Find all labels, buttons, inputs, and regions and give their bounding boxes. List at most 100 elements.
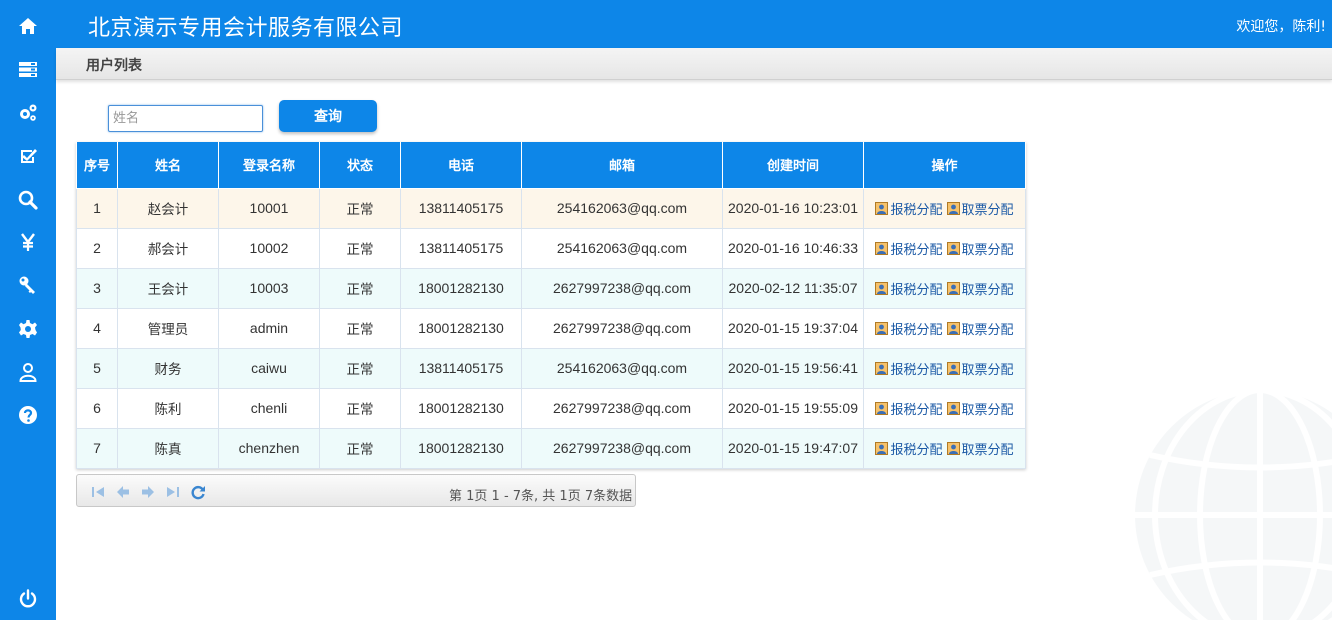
cell-email: 254162063@qq.com	[521, 228, 723, 269]
row-actions: 报税分配 取票分配	[864, 399, 1025, 418]
next-page-button[interactable]	[140, 484, 156, 500]
invoice-assign-link[interactable]: 取票分配	[946, 399, 1014, 418]
breadcrumb: 用户列表	[56, 48, 1332, 80]
sidebar-item-search[interactable]	[0, 178, 56, 222]
cell-created: 2020-01-15 19:47:07	[722, 427, 864, 469]
table-row[interactable]: 4 管理员 admin 正常 18001282130 2627997238@qq.com 2…	[76, 308, 1026, 349]
tax-assign-link[interactable]: 报税分配	[875, 399, 943, 418]
cell-phone: 13811405175	[400, 228, 522, 269]
tax-assign-label: 报税分配	[890, 242, 943, 258]
tax-assign-link[interactable]: 报税分配	[875, 359, 943, 378]
table-row[interactable]: 6 陈利 chenli 正常 18001282130 2627997238@qq.com 2…	[76, 388, 1026, 429]
table-row[interactable]: 2 郝会计 10002 正常 13811405175 254162063@qq.com 20…	[76, 228, 1026, 269]
user-card-icon	[946, 281, 960, 295]
invoice-assign-label: 取票分配	[961, 282, 1014, 298]
welcome-text: 欢迎您，陈利!	[1236, 19, 1326, 35]
cell-phone: 13811405175	[400, 348, 522, 389]
cell-actions: 报税分配 取票分配	[863, 388, 1026, 429]
cell-no: 5	[76, 348, 118, 389]
user-table: 序号 姓名 登录名称 状态 电话 邮箱 创建时间 操作 1 赵会计 10001 正常 1…	[76, 142, 1026, 469]
table-header-row: 序号 姓名 登录名称 状态 电话 邮箱 创建时间 操作	[76, 142, 1026, 189]
user-card-icon	[946, 241, 960, 255]
cell-status: 正常	[319, 348, 401, 389]
sidebar-item-finance[interactable]	[0, 220, 56, 264]
cell-status: 正常	[319, 427, 401, 469]
cell-login: 10002	[218, 228, 320, 269]
sidebar-item-home[interactable]	[0, 4, 56, 48]
tax-assign-label: 报税分配	[890, 202, 943, 218]
sidebar-item-help[interactable]	[0, 393, 56, 437]
pager: 第 1页 1 - 7条, 共 1页 7条数据	[76, 474, 636, 507]
cell-login: chenli	[218, 388, 320, 429]
tax-assign-label: 报税分配	[890, 362, 943, 378]
query-button[interactable]: 查询	[279, 100, 377, 132]
search-icon	[18, 190, 38, 210]
last-page-button[interactable]	[165, 484, 181, 500]
prev-page-button[interactable]	[115, 484, 131, 500]
tax-assign-link[interactable]: 报税分配	[875, 439, 943, 458]
invoice-assign-link[interactable]: 取票分配	[946, 359, 1014, 378]
column-header-status[interactable]: 状态	[319, 142, 401, 189]
cell-no: 1	[76, 188, 118, 229]
sidebar	[0, 0, 56, 620]
invoice-assign-link[interactable]: 取票分配	[946, 319, 1014, 338]
column-header-created[interactable]: 创建时间	[722, 142, 864, 189]
user-card-icon	[875, 241, 889, 255]
globe-watermark	[1135, 387, 1332, 620]
column-header-phone[interactable]: 电话	[400, 142, 522, 189]
pager-info: 第 1页 1 - 7条, 共 1页 7条数据	[449, 489, 633, 504]
column-header-email[interactable]: 邮箱	[521, 142, 723, 189]
tax-assign-link[interactable]: 报税分配	[875, 239, 943, 258]
invoice-assign-label: 取票分配	[961, 442, 1014, 458]
row-actions: 报税分配 取票分配	[864, 319, 1025, 338]
cell-login: admin	[218, 308, 320, 349]
sidebar-item-permissions[interactable]	[0, 263, 56, 307]
cell-phone: 13811405175	[400, 188, 522, 229]
user-card-icon	[946, 201, 960, 215]
table-row[interactable]: 7 陈真 chenzhen 正常 18001282130 2627997238@qq.co…	[76, 427, 1026, 469]
page-title: 用户列表	[86, 58, 142, 74]
sidebar-item-settings-group[interactable]	[0, 91, 56, 135]
cell-email: 2627997238@qq.com	[521, 268, 723, 309]
first-page-button[interactable]	[90, 484, 106, 500]
invoice-assign-link[interactable]: 取票分配	[946, 199, 1014, 218]
refresh-button[interactable]	[190, 484, 206, 500]
cell-status: 正常	[319, 228, 401, 269]
table-row[interactable]: 1 赵会计 10001 正常 13811405175 254162063@qq.com 20…	[76, 188, 1026, 229]
cell-created: 2020-01-15 19:55:09	[722, 388, 864, 429]
cell-created: 2020-01-16 10:46:33	[722, 228, 864, 269]
table-row[interactable]: 3 王会计 10003 正常 18001282130 2627997238@qq.com 2…	[76, 268, 1026, 309]
tax-assign-link[interactable]: 报税分配	[875, 279, 943, 298]
cell-no: 6	[76, 388, 118, 429]
user-card-icon	[875, 201, 889, 215]
cell-no: 4	[76, 308, 118, 349]
gear-icon	[19, 320, 37, 338]
column-header-name[interactable]: 姓名	[117, 142, 219, 189]
first-page-icon	[92, 487, 104, 497]
user-card-icon	[946, 401, 960, 415]
cell-created: 2020-01-15 19:37:04	[722, 308, 864, 349]
sidebar-item-logout[interactable]	[0, 577, 56, 620]
column-header-actions[interactable]: 操作	[863, 142, 1026, 189]
tax-assign-link[interactable]: 报税分配	[875, 319, 943, 338]
column-header-no[interactable]: 序号	[76, 142, 118, 189]
sidebar-item-user[interactable]	[0, 350, 56, 394]
invoice-assign-link[interactable]: 取票分配	[946, 439, 1014, 458]
invoice-assign-link[interactable]: 取票分配	[946, 239, 1014, 258]
cell-login: caiwu	[218, 348, 320, 389]
cell-actions: 报税分配 取票分配	[863, 348, 1026, 389]
sidebar-item-system[interactable]	[0, 307, 56, 351]
tax-assign-link[interactable]: 报税分配	[875, 199, 943, 218]
sidebar-item-list[interactable]	[0, 47, 56, 91]
table-row[interactable]: 5 财务 caiwu 正常 13811405175 254162063@qq.com 202…	[76, 348, 1026, 389]
name-search-input[interactable]	[108, 105, 263, 132]
cell-no: 7	[76, 427, 118, 469]
sidebar-item-tasks[interactable]	[0, 134, 56, 178]
column-header-login[interactable]: 登录名称	[218, 142, 320, 189]
invoice-assign-link[interactable]: 取票分配	[946, 279, 1014, 298]
user-card-icon	[875, 441, 889, 455]
power-icon	[19, 589, 37, 608]
company-name: 北京演示专用会计服务有限公司	[88, 16, 404, 41]
cell-created: 2020-01-15 19:56:41	[722, 348, 864, 389]
invoice-assign-label: 取票分配	[961, 242, 1014, 258]
